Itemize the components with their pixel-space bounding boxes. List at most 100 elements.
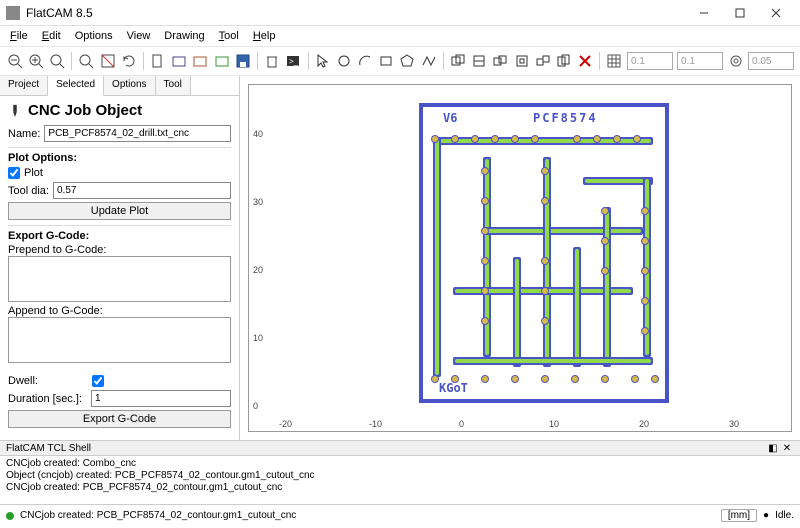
replot-icon[interactable] <box>120 51 137 71</box>
duration-label: Duration [sec.]: <box>8 393 87 405</box>
arc-icon[interactable] <box>357 51 374 71</box>
units-indicator[interactable]: [mm] <box>721 509 757 522</box>
duration-input[interactable] <box>91 390 231 407</box>
circle-icon[interactable] <box>336 51 353 71</box>
plot-area[interactable]: 0 10 20 30 40 -20 -10 0 10 20 30 V6 PCF8… <box>240 76 800 440</box>
close-button[interactable] <box>758 3 794 23</box>
y-tick: 30 <box>253 197 263 207</box>
maximize-button[interactable] <box>722 3 758 23</box>
append-label: Append to G-Code: <box>8 305 103 317</box>
menu-tool[interactable]: Tool <box>213 28 245 44</box>
grid-icon[interactable] <box>606 51 623 71</box>
x-tick: 30 <box>729 419 739 429</box>
shell-title: FlatCAM TCL Shell <box>6 443 91 454</box>
menu-edit[interactable]: Edit <box>36 28 67 44</box>
snap-input[interactable] <box>748 52 794 70</box>
rect-icon[interactable] <box>378 51 395 71</box>
cnc-icon <box>8 104 22 118</box>
tab-selected[interactable]: Selected <box>48 76 104 96</box>
plot-options-header: Plot Options: <box>8 147 231 164</box>
menu-bar: File Edit Options View Drawing Tool Help <box>0 26 800 46</box>
window-controls <box>686 3 794 23</box>
tool-dia-label: Tool dia: <box>8 185 49 197</box>
shell-undock-icon[interactable]: ◧ <box>766 443 780 454</box>
subtract-icon[interactable] <box>492 51 509 71</box>
panel-tabs: Project Selected Options Tool <box>0 76 239 96</box>
open-excellon-icon[interactable] <box>192 51 209 71</box>
idle-dot-icon: ● <box>763 510 769 521</box>
snap-icon[interactable] <box>727 51 744 71</box>
new-icon[interactable] <box>150 51 167 71</box>
tab-options[interactable]: Options <box>104 76 155 95</box>
zoom-out-icon[interactable] <box>6 51 23 71</box>
export-gcode-header: Export G-Code: <box>8 225 231 242</box>
main-area: Project Selected Options Tool CNC Job Ob… <box>0 76 800 440</box>
select-icon[interactable] <box>315 51 332 71</box>
name-label: Name: <box>8 128 40 140</box>
union-icon[interactable] <box>450 51 467 71</box>
menu-help[interactable]: Help <box>247 28 282 44</box>
copy-icon[interactable] <box>555 51 572 71</box>
pcb-silk: PCF8574 <box>533 111 598 125</box>
tool-dia-input[interactable] <box>53 182 231 199</box>
pcb-board: V6 PCF8574 KGoT <box>419 103 669 403</box>
plot-checkbox[interactable] <box>8 167 20 179</box>
status-dot-icon <box>6 512 14 520</box>
left-panel: Project Selected Options Tool CNC Job Ob… <box>0 76 240 440</box>
grid-x-input[interactable] <box>627 52 673 70</box>
dwell-label: Dwell: <box>8 375 88 387</box>
pcb-silk: KGoT <box>439 381 468 395</box>
tcl-shell[interactable]: CNCjob created: Combo_cnc Object (cncjob… <box>0 456 800 504</box>
delete-icon[interactable] <box>264 51 281 71</box>
prepend-textarea[interactable] <box>8 256 231 302</box>
shell-line: CNCjob created: Combo_cnc <box>6 458 794 470</box>
append-textarea[interactable] <box>8 317 231 363</box>
minimize-button[interactable] <box>686 3 722 23</box>
polygon-icon[interactable] <box>399 51 416 71</box>
tab-tool[interactable]: Tool <box>156 76 191 95</box>
status-bar: CNCjob created: PCB_PCF8574_02_contour.g… <box>0 504 800 526</box>
intersect-icon[interactable] <box>471 51 488 71</box>
shell-header: FlatCAM TCL Shell ◧ ✕ <box>0 440 800 456</box>
open-gcode-icon[interactable] <box>213 51 230 71</box>
menu-view[interactable]: View <box>121 28 157 44</box>
panel-body: CNC Job Object Name: Plot Options: Plot … <box>0 96 239 440</box>
plot-label: Plot <box>24 167 43 179</box>
clear-plot-icon[interactable] <box>99 51 116 71</box>
tab-project[interactable]: Project <box>0 76 48 95</box>
x-tick: -20 <box>279 419 292 429</box>
move-icon[interactable] <box>534 51 551 71</box>
shell-icon[interactable]: >_ <box>285 51 302 71</box>
update-plot-button[interactable]: Update Plot <box>8 202 231 220</box>
zoom-in-icon[interactable] <box>27 51 44 71</box>
delete-shape-icon[interactable] <box>576 51 593 71</box>
window-title: FlatCAM 8.5 <box>26 6 686 20</box>
zoom-reset-icon[interactable] <box>78 51 95 71</box>
y-tick: 20 <box>253 265 263 275</box>
open-gerber-icon[interactable] <box>171 51 188 71</box>
dwell-checkbox[interactable] <box>92 375 104 387</box>
cut-icon[interactable] <box>513 51 530 71</box>
save-icon[interactable] <box>234 51 251 71</box>
plot-canvas: 0 10 20 30 40 -20 -10 0 10 20 30 V6 PCF8… <box>248 84 792 432</box>
export-gcode-button[interactable]: Export G-Code <box>8 410 231 428</box>
y-tick: 40 <box>253 129 263 139</box>
app-icon <box>6 6 20 20</box>
x-tick: 20 <box>639 419 649 429</box>
menu-drawing[interactable]: Drawing <box>158 28 210 44</box>
x-tick: 0 <box>459 419 464 429</box>
y-tick: 10 <box>253 333 263 343</box>
x-tick: -10 <box>369 419 382 429</box>
panel-heading-text: CNC Job Object <box>28 102 142 119</box>
menu-options[interactable]: Options <box>69 28 119 44</box>
svg-text:>_: >_ <box>289 57 299 66</box>
zoom-fit-icon[interactable] <box>48 51 65 71</box>
name-input[interactable] <box>44 125 231 142</box>
x-tick: 10 <box>549 419 559 429</box>
shell-close-icon[interactable]: ✕ <box>780 443 794 454</box>
path-icon[interactable] <box>420 51 437 71</box>
grid-y-input[interactable] <box>677 52 723 70</box>
y-tick: 0 <box>253 401 258 411</box>
shell-line: Object (cncjob) created: PCB_PCF8574_02_… <box>6 470 794 482</box>
menu-file[interactable]: File <box>4 28 34 44</box>
